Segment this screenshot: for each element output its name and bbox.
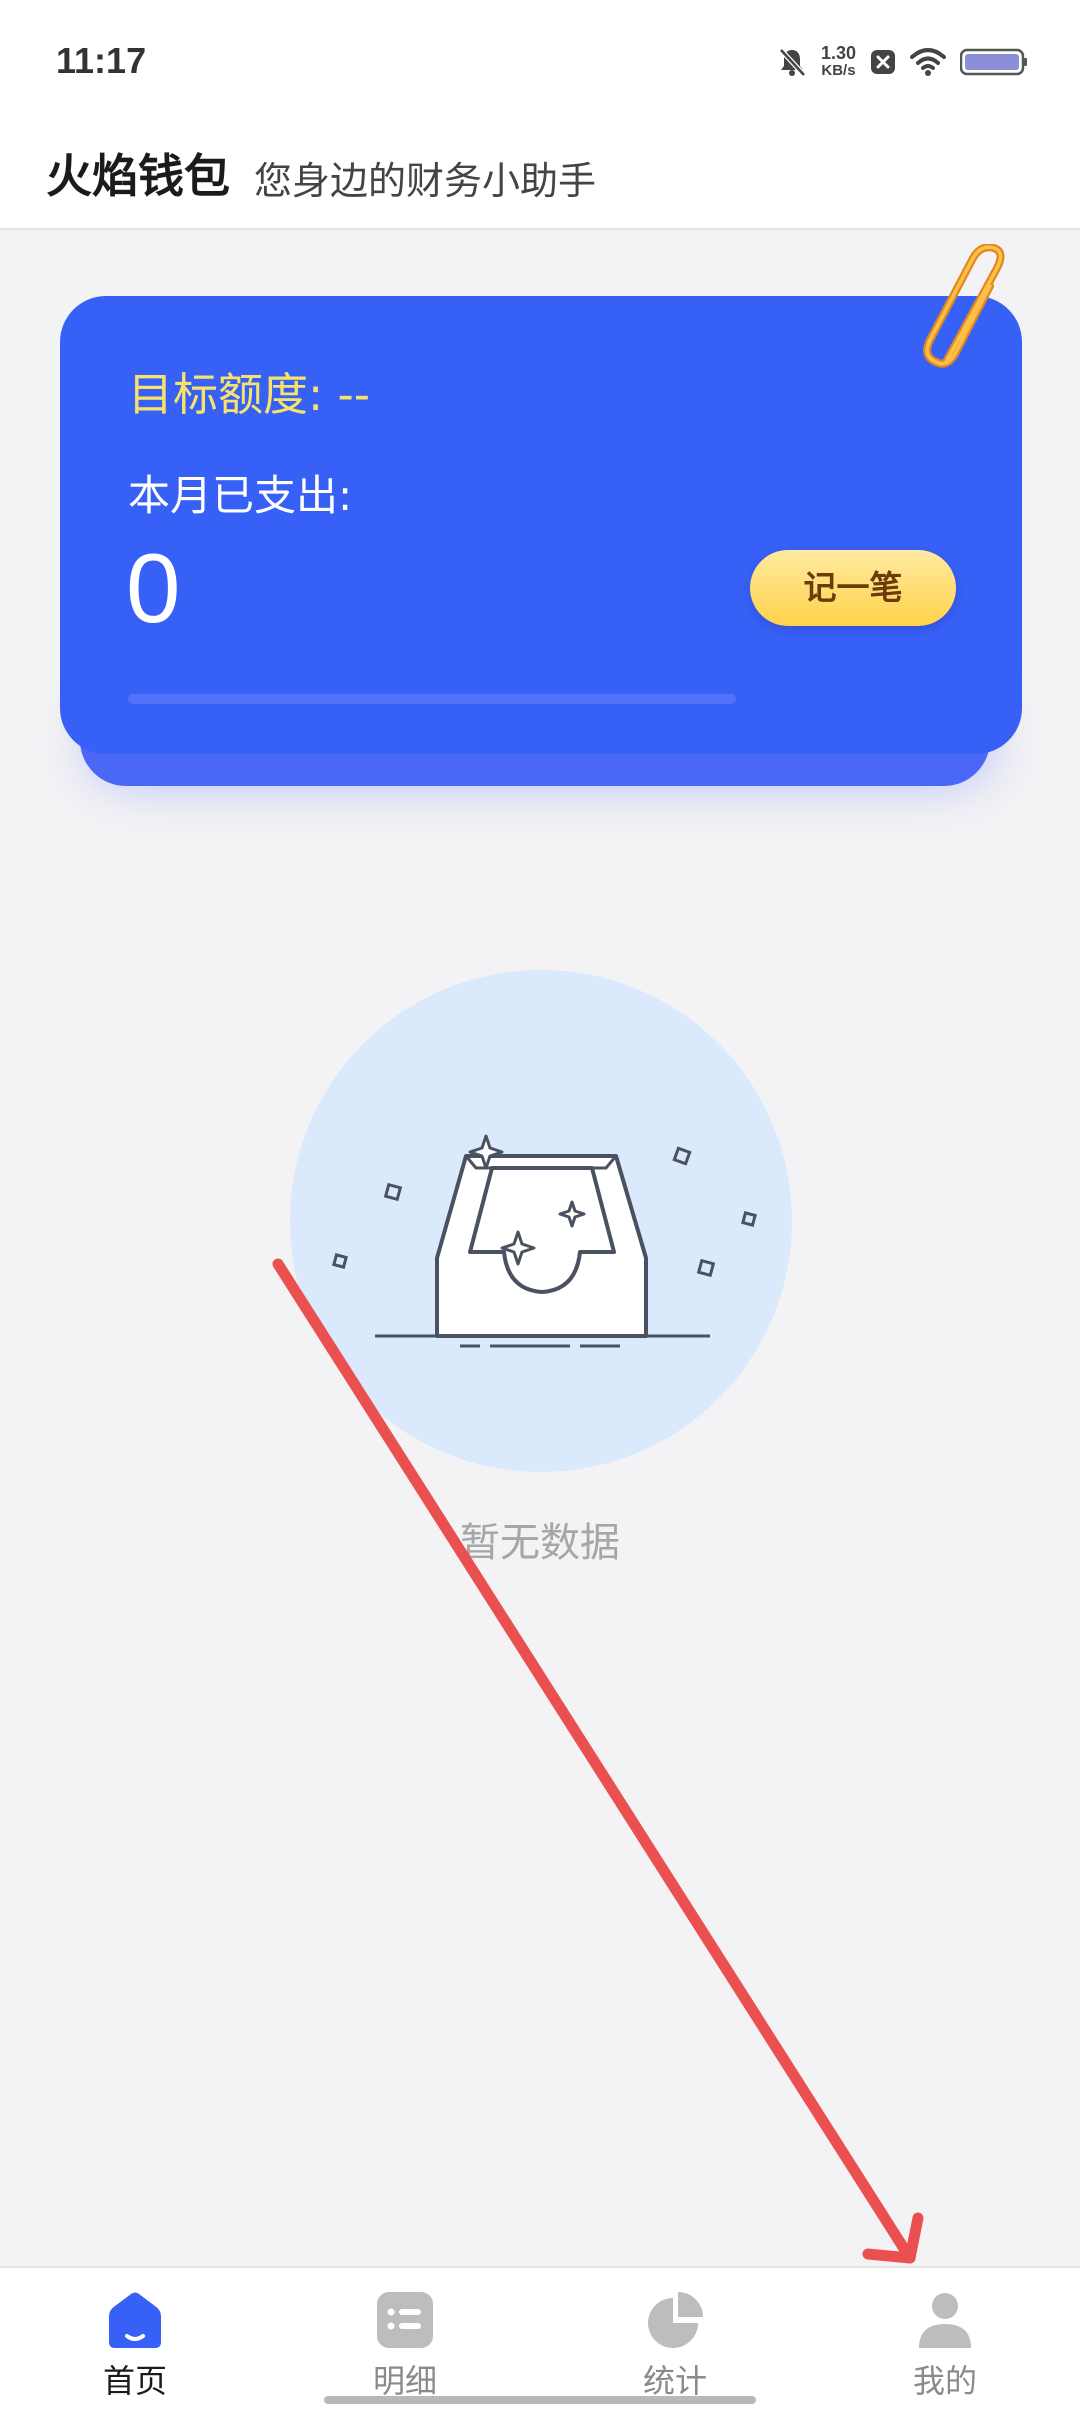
battery-icon bbox=[960, 48, 1027, 76]
net-speed-unit: KB/s bbox=[821, 62, 856, 79]
empty-state-text: 暂无数据 bbox=[460, 1520, 620, 1566]
target-amount-label[interactable]: 目标额度: -- bbox=[128, 358, 370, 423]
budget-card: 目标额度: -- 本月已支出: 0 记一笔 bbox=[60, 296, 1022, 754]
app-title: 火焰钱包 bbox=[46, 149, 230, 203]
home-icon bbox=[109, 2292, 161, 2348]
tab-statistics[interactable]: 统计 bbox=[575, 2288, 775, 2400]
list-icon bbox=[377, 2292, 433, 2348]
monthly-spent-value: 0 bbox=[126, 533, 181, 643]
app-subtitle: 您身边的财务小助手 bbox=[254, 159, 597, 203]
mute-bell-icon bbox=[779, 48, 806, 77]
tab-home[interactable]: 首页 bbox=[35, 2288, 235, 2400]
budget-progress-bar bbox=[128, 694, 736, 704]
empty-inbox-icon bbox=[332, 1134, 757, 1348]
status-bar: 11:17 1.30 KB/s bbox=[0, 0, 1080, 120]
status-time: 11:17 bbox=[56, 40, 147, 81]
tab-home-label: 首页 bbox=[102, 2362, 167, 2400]
bottom-tab-bar: 首页 明细 统计 我的 bbox=[0, 2266, 1080, 2410]
pie-chart-icon bbox=[648, 2292, 703, 2348]
home-indicator[interactable] bbox=[324, 2396, 756, 2404]
paperclip-icon bbox=[923, 244, 1005, 368]
net-speed-value: 1.30 bbox=[820, 43, 856, 63]
tab-details[interactable]: 明细 bbox=[305, 2288, 505, 2400]
wifi-icon bbox=[910, 48, 946, 76]
close-badge-icon bbox=[871, 50, 895, 74]
net-speed: 1.30 KB/s bbox=[821, 44, 856, 80]
record-entry-button[interactable]: 记一笔 bbox=[750, 550, 956, 626]
person-icon bbox=[919, 2293, 971, 2348]
status-icons: 1.30 KB/s bbox=[777, 40, 1028, 84]
tab-mine[interactable]: 我的 bbox=[845, 2288, 1045, 2400]
tab-mine-label: 我的 bbox=[912, 2362, 977, 2400]
monthly-spent-label: 本月已支出: bbox=[128, 471, 353, 520]
app-header: 火焰钱包 您身边的财务小助手 bbox=[0, 120, 1080, 230]
